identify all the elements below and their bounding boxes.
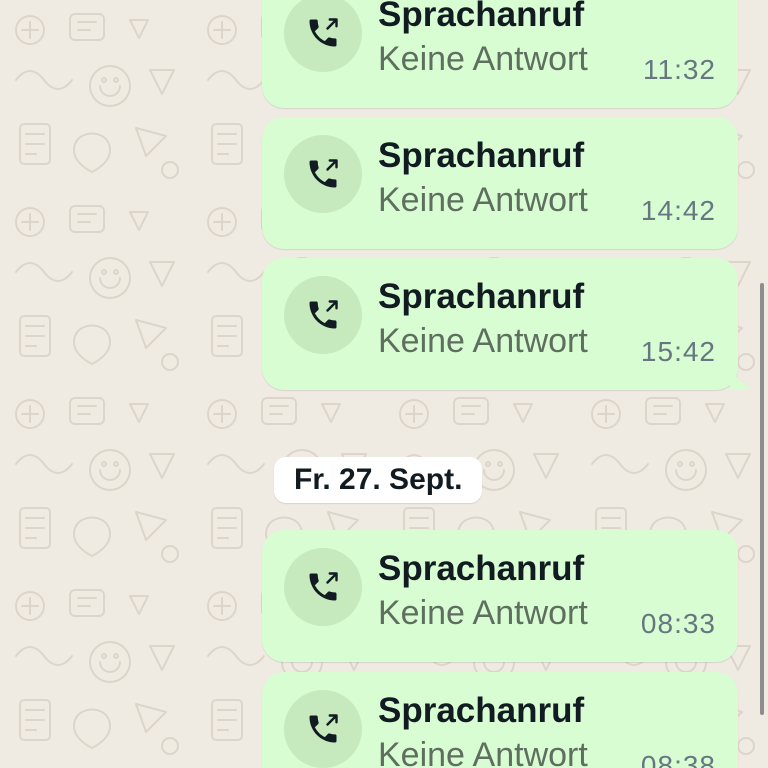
call-icon-circle: [284, 690, 362, 768]
call-message-bubble[interactable]: Sprachanruf Keine Antwort 08:33: [262, 530, 738, 662]
call-icon-circle: [284, 276, 362, 354]
message-timestamp: 15:42: [640, 336, 716, 367]
message-timestamp: 08:33: [640, 608, 716, 639]
call-type-label: Sprachanruf: [378, 549, 585, 588]
outgoing-call-icon: [309, 714, 338, 743]
message-timestamp: 11:32: [643, 54, 716, 85]
outgoing-call-icon: [309, 159, 338, 188]
message-timestamp: 08:38: [640, 750, 716, 768]
outgoing-call-icon: [309, 572, 338, 601]
call-status-label: Keine Antwort: [378, 181, 588, 219]
call-icon-circle: [284, 135, 362, 213]
outgoing-call-icon: [309, 18, 338, 47]
call-icon-circle: [284, 0, 362, 72]
call-status-label: Keine Antwort: [378, 736, 588, 768]
call-message-bubble[interactable]: Sprachanruf Keine Antwort 08:38: [262, 672, 738, 768]
call-icon-circle: [284, 548, 362, 626]
date-separator: Fr. 27. Sept.: [274, 457, 483, 503]
chat-area[interactable]: Sprachanruf Keine Antwort 11:32 Sprachan…: [0, 0, 768, 768]
call-status-label: Keine Antwort: [378, 594, 588, 632]
call-status-label: Keine Antwort: [378, 40, 588, 78]
call-message-bubble[interactable]: Sprachanruf Keine Antwort 15:42: [262, 258, 752, 390]
call-message-bubble[interactable]: Sprachanruf Keine Antwort 11:32: [262, 0, 738, 108]
call-type-label: Sprachanruf: [378, 136, 585, 175]
scrollbar[interactable]: [760, 283, 764, 715]
call-type-label: Sprachanruf: [378, 277, 585, 316]
call-type-label: Sprachanruf: [378, 0, 585, 34]
call-message-bubble[interactable]: Sprachanruf Keine Antwort 14:42: [262, 117, 738, 249]
message-timestamp: 14:42: [640, 195, 716, 226]
call-status-label: Keine Antwort: [378, 322, 588, 360]
call-type-label: Sprachanruf: [378, 691, 585, 730]
outgoing-call-icon: [309, 300, 338, 329]
